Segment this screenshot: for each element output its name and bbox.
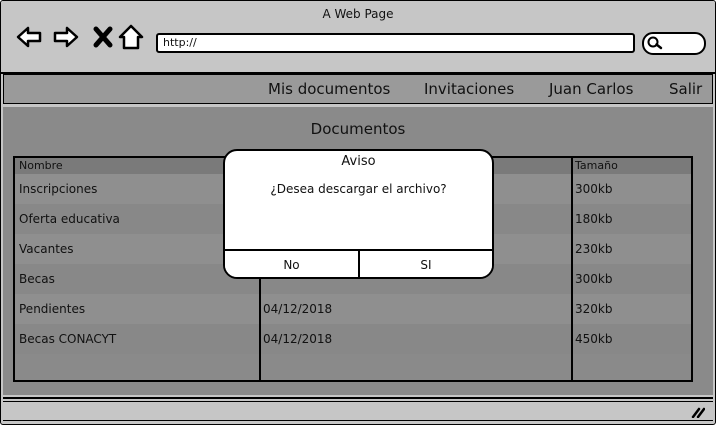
window-title: A Web Page (322, 7, 394, 21)
nav-mis-documentos[interactable]: Mis documentos (268, 80, 390, 98)
cell-name: Becas CONACYT (19, 332, 117, 346)
dialog-message: ¿Desea descargar el archivo? (270, 182, 447, 196)
search-icon (647, 36, 663, 50)
browser-window: A Web Page http:// Mis documentos Invita… (0, 0, 716, 425)
search-input[interactable] (642, 32, 706, 55)
close-x-icon[interactable] (89, 23, 117, 51)
nav-salir[interactable]: Salir (669, 80, 702, 98)
cell-name: Becas (19, 272, 55, 286)
back-arrow-icon[interactable] (15, 23, 43, 51)
cell-size: 320kb (575, 302, 613, 316)
cell-size: 230kb (575, 242, 613, 256)
cell-name: Oferta educativa (19, 212, 120, 226)
cell-name: Pendientes (19, 302, 86, 316)
forward-arrow-icon[interactable] (52, 23, 80, 51)
download-dialog: Aviso ¿Desea descargar el archivo? No SI (223, 149, 494, 279)
cell-size: 300kb (575, 182, 613, 196)
cell-size: 300kb (575, 272, 613, 286)
page-title: Documentos (310, 120, 406, 138)
cell-size: 180kb (575, 212, 613, 226)
yes-button[interactable]: SI (360, 251, 492, 277)
cell-size: 450kb (575, 332, 613, 346)
column-divider (571, 158, 573, 380)
cell-date: 04/12/2018 (263, 302, 333, 316)
status-bar (3, 397, 713, 424)
dialog-title: Aviso (341, 154, 376, 169)
no-button[interactable]: No (225, 251, 358, 277)
address-input[interactable]: http:// (156, 33, 635, 53)
header-name[interactable]: Nombre (19, 159, 63, 172)
cell-name: Inscripciones (19, 182, 98, 196)
status-bar-inner (3, 401, 713, 421)
title-bar: A Web Page http:// (1, 1, 715, 74)
nav-bar: Mis documentos Invitaciones Juan Carlos … (3, 74, 713, 104)
nav-invitaciones[interactable]: Invitaciones (424, 80, 514, 98)
cell-date: 04/12/2018 (263, 332, 333, 346)
header-size[interactable]: Tamaño (575, 159, 618, 172)
resize-grip-icon[interactable] (691, 406, 705, 418)
cell-name: Vacantes (19, 242, 74, 256)
home-icon[interactable] (117, 23, 145, 51)
nav-user-name[interactable]: Juan Carlos (549, 80, 633, 98)
dialog-buttons: No SI (225, 249, 492, 277)
